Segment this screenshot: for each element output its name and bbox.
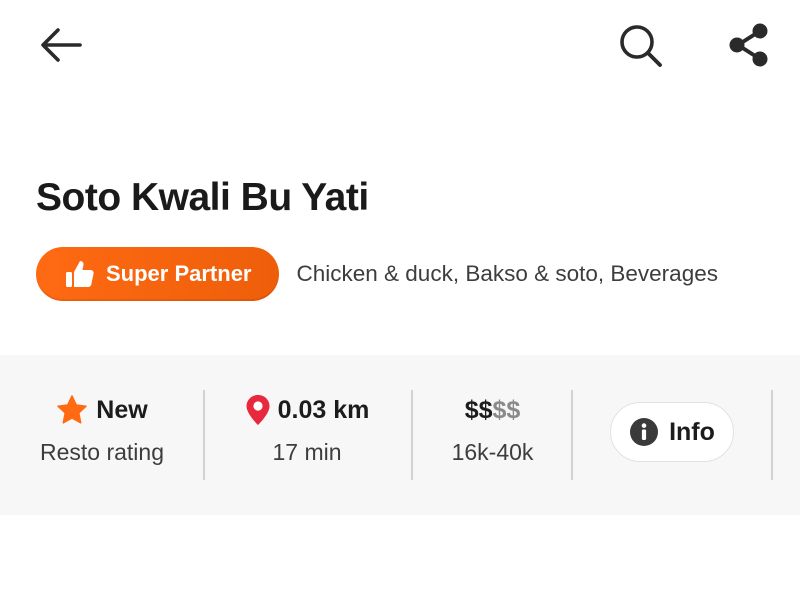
info-label: Info: [669, 417, 715, 446]
rating-stat[interactable]: New Resto rating: [22, 355, 182, 515]
info-button[interactable]: Info: [610, 402, 734, 462]
super-partner-label: Super Partner: [106, 261, 252, 286]
divider: [203, 390, 205, 480]
price-level-active: $$: [464, 395, 493, 424]
distance-value: 0.03 km: [277, 395, 370, 424]
price-level-inactive: $$: [492, 395, 521, 424]
search-button[interactable]: [612, 20, 670, 72]
thumbs-up-icon: [64, 258, 96, 290]
share-button[interactable]: [720, 18, 778, 72]
back-button[interactable]: [34, 22, 88, 68]
price-stat[interactable]: $$ $$ 16k-40k: [420, 355, 565, 515]
divider: [571, 390, 573, 480]
super-partner-badge[interactable]: Super Partner: [36, 247, 279, 301]
badge-row: Super Partner Chicken & duck, Bakso & so…: [36, 247, 718, 301]
cuisine-list: Chicken & duck, Bakso & soto, Beverages: [296, 261, 718, 286]
share-icon: [729, 23, 768, 67]
price-range: 16k-40k: [451, 439, 534, 465]
rating-value: New: [96, 395, 148, 424]
divider: [411, 390, 413, 480]
arrow-left-icon: [41, 28, 82, 62]
distance-stat[interactable]: 0.03 km 17 min: [212, 355, 402, 515]
restaurant-name: Soto Kwali Bu Yati: [36, 176, 369, 219]
rating-label: Resto rating: [39, 439, 164, 465]
star-icon: [57, 395, 88, 424]
search-icon: [620, 25, 662, 67]
divider: [771, 390, 773, 480]
travel-time: 17 min: [272, 439, 342, 465]
location-pin-icon: [246, 395, 270, 425]
stats-bar: New Resto rating 0.03 km 17 min $$ $$ 16k…: [0, 355, 800, 515]
top-bar: [0, 0, 800, 92]
info-icon: [629, 417, 659, 447]
